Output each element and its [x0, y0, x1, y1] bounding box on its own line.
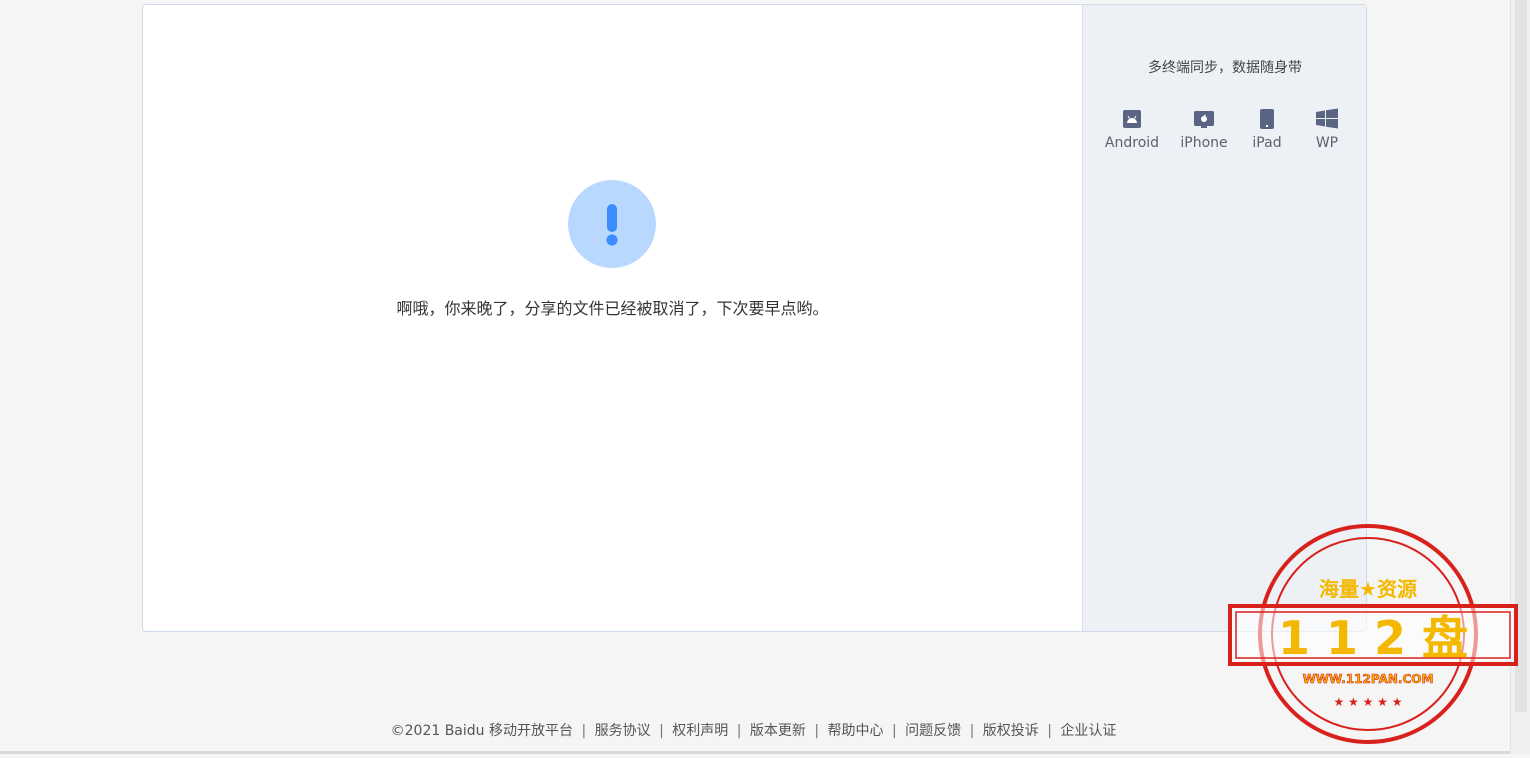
platform-wp[interactable]: WP: [1292, 107, 1362, 151]
share-card: 啊哦，你来晚了，分享的文件已经被取消了，下次要早点哟。 多终端同步，数据随身带 …: [142, 4, 1367, 632]
footer-link-updates[interactable]: 版本更新: [750, 723, 806, 739]
platform-iphone[interactable]: iPhone: [1169, 107, 1239, 151]
svg-text:1 1 2 盘: 1 1 2 盘: [1278, 611, 1468, 665]
iphone-icon: [1169, 107, 1239, 131]
warning-icon: [568, 180, 656, 268]
footer-link-copyright-complaint[interactable]: 版权投诉: [983, 723, 1039, 739]
footer-link-open-platform[interactable]: 移动开放平台: [489, 723, 573, 739]
platform-label: WP: [1315, 135, 1339, 151]
platform-android[interactable]: Android: [1097, 107, 1167, 151]
page-footer: ©2021 Baidu 移动开放平台 | 服务协议 | 权利声明 | 版本更新 …: [390, 723, 1117, 739]
watermark-stamp: 海量★资源 1 1 2 盘 WWW.112PAN.COM ★ ★ ★ ★ ★: [1228, 522, 1518, 754]
svg-text:★ ★ ★ ★ ★: ★ ★ ★ ★ ★: [1333, 695, 1402, 709]
svg-text:海量★资源: 海量★资源: [1319, 577, 1417, 601]
expired-message: 啊哦，你来晚了，分享的文件已经被取消了，下次要早点哟。: [396, 299, 829, 318]
platform-list: Android iPhone iPad WP: [1083, 107, 1366, 157]
footer-link-terms[interactable]: 服务协议: [595, 723, 651, 739]
footer-link-help[interactable]: 帮助中心: [828, 723, 884, 739]
windows-icon: [1292, 107, 1362, 131]
svg-text:WWW.112PAN.COM: WWW.112PAN.COM: [1303, 672, 1434, 686]
copyright: ©2021 Baidu: [390, 723, 485, 739]
footer-link-enterprise[interactable]: 企业认证: [1060, 723, 1116, 739]
footer-link-feedback[interactable]: 问题反馈: [905, 723, 961, 739]
footer-link-rights[interactable]: 权利声明: [672, 723, 728, 739]
platform-label: Android: [1104, 135, 1160, 151]
android-icon: [1097, 107, 1167, 131]
sidebar-title: 多终端同步，数据随身带: [1148, 60, 1302, 76]
platform-label: iPhone: [1180, 135, 1228, 151]
